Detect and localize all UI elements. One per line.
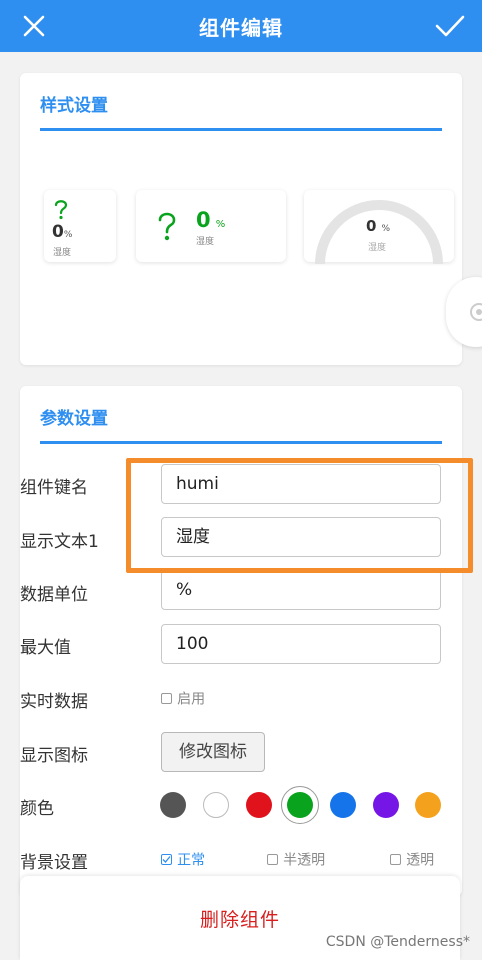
style-settings-card: 样式设置 0% 湿度 0 % 湿度 0 % 湿度 [20,73,462,365]
background-option-label: 半透明 [283,852,326,869]
delete-label: 删除组件 [199,908,280,931]
unit-input[interactable]: % [161,570,441,610]
display-text-label: 显示文本1 [20,532,99,552]
color-swatch-red[interactable] [246,792,272,818]
preview-unit: % [381,224,391,234]
preview-unit: % [63,230,73,240]
color-swatch-blue[interactable] [330,792,356,818]
checkbox-icon[interactable] [267,854,278,865]
key-name-input[interactable]: humi [161,464,441,504]
preview-widget-small[interactable]: 0% 湿度 [44,190,116,262]
preview-value: 0 [196,208,211,232]
preview-value: 0 [366,217,377,235]
color-swatch-orange[interactable] [415,792,441,818]
color-swatch-white[interactable] [203,792,229,818]
question-mark-icon [158,212,176,241]
style-section-title: 样式设置 [40,93,442,131]
background-option-label: 正常 [177,852,206,869]
realtime-label: 实时数据 [20,692,88,712]
background-option-normal[interactable]: 正常 [161,849,205,870]
preview-label: 湿度 [196,237,215,247]
preview-label: 湿度 [53,248,72,258]
realtime-checkbox-group[interactable]: 启用 [161,688,205,709]
preview-label: 湿度 [368,243,387,253]
color-swatch-purple[interactable] [373,792,399,818]
display-text-input[interactable]: 湿度 [161,517,441,557]
key-name-label: 组件键名 [20,478,88,498]
color-swatch-gray[interactable] [160,792,186,818]
checked-checkbox-icon[interactable] [161,854,172,865]
max-value-input[interactable]: 100 [161,624,441,664]
background-option-label: 透明 [406,852,435,869]
target-icon [470,303,482,321]
confirm-button[interactable] [432,8,468,44]
realtime-checkbox[interactable] [161,693,172,704]
color-swatch-green[interactable] [287,792,313,818]
preview-widget-medium[interactable]: 0 % 湿度 [136,190,286,262]
close-button[interactable] [16,8,52,44]
checkbox-icon[interactable] [390,854,401,865]
background-label: 背景设置 [20,853,88,873]
preview-widget-gauge[interactable]: 0 % 湿度 [304,190,454,264]
color-label: 颜色 [20,799,54,819]
background-option-transparent[interactable]: 透明 [390,849,434,870]
preview-value: 0 [52,222,64,242]
params-section-title: 参数设置 [40,406,442,444]
check-icon [435,15,465,37]
unit-label: 数据单位 [20,585,88,605]
background-option-semi[interactable]: 半透明 [267,849,325,870]
change-icon-button[interactable]: 修改图标 [161,732,265,772]
max-value-label: 最大值 [20,638,71,658]
close-icon [23,15,45,37]
realtime-option-label: 启用 [177,691,206,708]
top-app-bar: 组件编辑 [0,0,482,52]
question-mark-icon [54,200,68,220]
preview-unit: % [215,219,226,230]
watermark: CSDN @Tenderness* [325,934,470,950]
icon-label: 显示图标 [20,746,88,766]
page-title: 组件编辑 [199,15,283,40]
